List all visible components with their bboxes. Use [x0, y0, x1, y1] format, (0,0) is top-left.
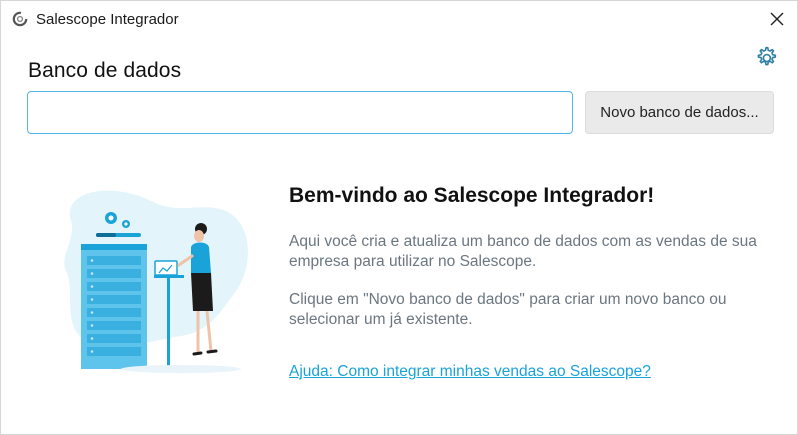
welcome-illustration [64, 190, 248, 373]
app-window: Salescope Integrador Banco de dados Novo… [0, 0, 798, 435]
close-icon [770, 12, 784, 26]
new-database-button[interactable]: Novo banco de dados... [585, 91, 774, 134]
server-rack-icon [81, 244, 147, 369]
welcome-instructions: Clique em "Novo banco de dados" para cri… [289, 291, 727, 328]
salescope-logo-icon [12, 11, 28, 27]
gear-icon[interactable] [753, 45, 779, 71]
window-title: Salescope Integrador [36, 11, 179, 28]
title-bar: Salescope Integrador [1, 1, 797, 39]
welcome-description: Aqui você cria e atualiza um banco de da… [289, 233, 757, 270]
database-path-input[interactable] [27, 91, 573, 134]
help-link[interactable]: Ajuda: Como integrar minhas vendas ao Sa… [289, 363, 651, 381]
welcome-title: Bem-vindo ao Salescope Integrador! [289, 184, 655, 207]
close-button[interactable] [759, 1, 795, 37]
database-section-title: Banco de dados [28, 59, 182, 82]
